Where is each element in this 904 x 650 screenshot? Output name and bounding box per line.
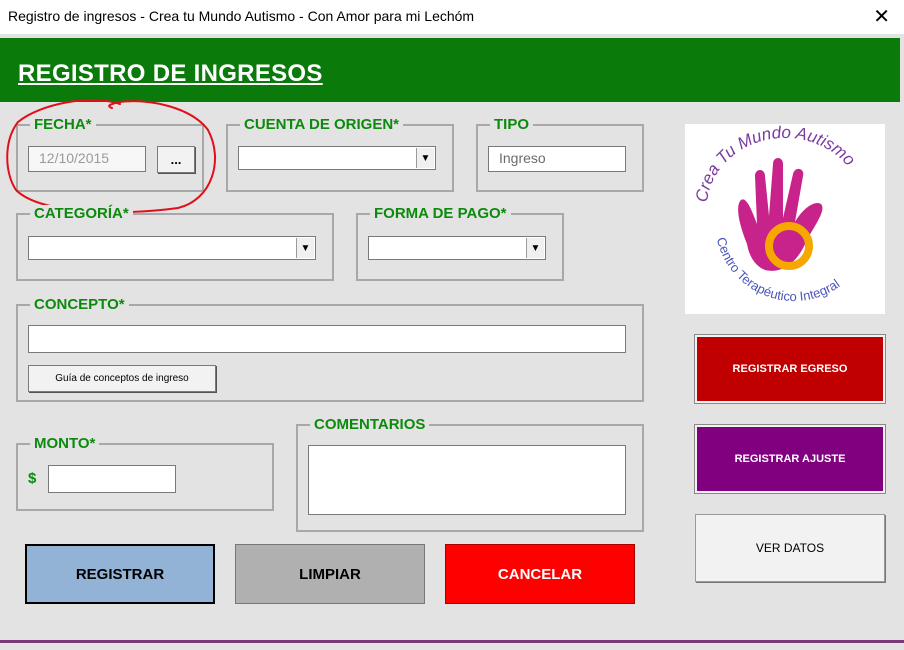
comentarios-label: COMENTARIOS bbox=[310, 416, 430, 433]
close-icon[interactable]: ✕ bbox=[873, 4, 890, 29]
currency-symbol: $ bbox=[28, 470, 37, 487]
tipo-label: TIPO bbox=[490, 116, 534, 133]
monto-input[interactable] bbox=[48, 465, 176, 493]
cuenta-origen-label: CUENTA DE ORIGEN* bbox=[240, 116, 404, 133]
concept-guide-button[interactable]: Guía de conceptos de ingreso bbox=[28, 365, 216, 392]
window-bottom-border bbox=[0, 640, 904, 643]
registrar-ajuste-button[interactable]: REGISTRAR AJUSTE bbox=[695, 425, 885, 493]
ver-datos-button[interactable]: VER DATOS bbox=[695, 514, 885, 582]
chevron-down-icon[interactable]: ▼ bbox=[296, 238, 314, 258]
cancelar-button[interactable]: CANCELAR bbox=[445, 544, 635, 604]
chevron-down-icon[interactable]: ▼ bbox=[526, 238, 544, 258]
cuenta-origen-select[interactable]: ▼ bbox=[238, 146, 436, 170]
registrar-button[interactable]: REGISTRAR bbox=[25, 544, 215, 604]
date-picker-button[interactable]: ... bbox=[157, 146, 195, 173]
form-header: REGISTRO DE INGRESOS bbox=[0, 38, 900, 102]
comentarios-textarea[interactable] bbox=[308, 445, 626, 515]
categoria-select[interactable]: ▼ bbox=[28, 236, 316, 260]
forma-pago-select[interactable]: ▼ bbox=[368, 236, 546, 260]
limpiar-button[interactable]: LIMPIAR bbox=[235, 544, 425, 604]
page-title: REGISTRO DE INGRESOS bbox=[18, 60, 323, 87]
monto-label: MONTO* bbox=[30, 435, 100, 452]
crea-tu-mundo-logo: Crea Tu Mundo Autismo Centro Terapéutico… bbox=[685, 123, 885, 314]
hand-logo-icon: Crea Tu Mundo Autismo Centro Terapéutico… bbox=[692, 123, 859, 304]
window-title: Registro de ingresos - Crea tu Mundo Aut… bbox=[8, 8, 475, 24]
chevron-down-icon[interactable]: ▼ bbox=[416, 148, 434, 168]
tipo-input[interactable]: Ingreso bbox=[488, 146, 626, 172]
registrar-egreso-button[interactable]: REGISTRAR EGRESO bbox=[695, 335, 885, 403]
concepto-input[interactable] bbox=[28, 325, 626, 353]
fecha-input[interactable]: 12/10/2015 bbox=[28, 146, 146, 172]
fecha-label: FECHA* bbox=[30, 116, 96, 133]
categoria-label: CATEGORÍA* bbox=[30, 205, 133, 222]
concepto-label: CONCEPTO* bbox=[30, 296, 129, 313]
window-titlebar: Registro de ingresos - Crea tu Mundo Aut… bbox=[0, 0, 904, 34]
forma-pago-label: FORMA DE PAGO* bbox=[370, 205, 511, 222]
